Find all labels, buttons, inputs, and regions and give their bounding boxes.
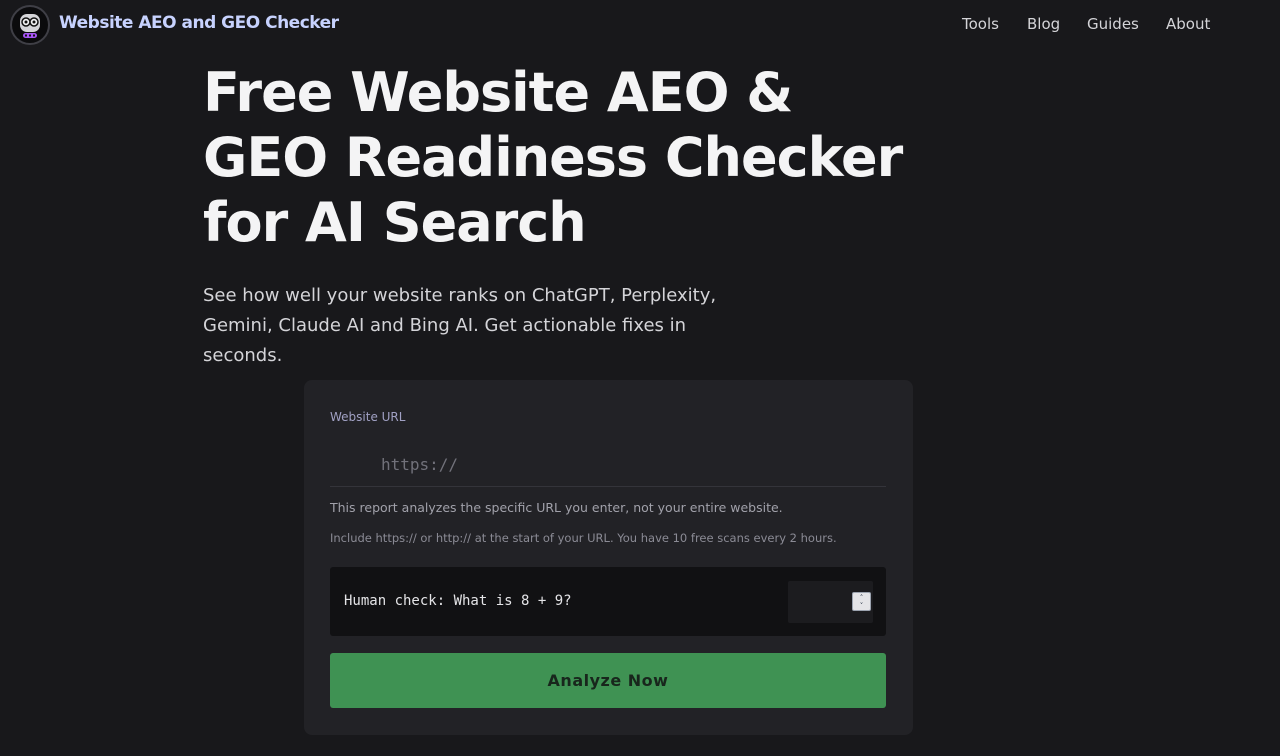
top-navbar: Website AEO and GEO Checker Tools Blog G… xyxy=(0,0,1280,50)
url-scope-note: This report analyzes the specific URL yo… xyxy=(330,500,783,515)
robot-face-icon[interactable] xyxy=(10,5,50,45)
nav-link-guides[interactable]: Guides xyxy=(1087,15,1139,33)
nav-link-tools[interactable]: Tools xyxy=(962,15,999,33)
nav-link-blog[interactable]: Blog xyxy=(1027,15,1060,33)
number-spinner-icon[interactable]: ˄ ˅ xyxy=(852,592,871,611)
url-field-label: Website URL xyxy=(330,410,406,424)
human-check-label: Human check: What is 8 + 9? xyxy=(344,593,572,609)
hero-subtitle: See how well your website ranks on ChatG… xyxy=(203,285,717,366)
brand-title[interactable]: Website AEO and GEO Checker xyxy=(59,13,339,33)
page-title: Free Website AEO & GEO Readiness Checker… xyxy=(203,61,903,254)
checker-form-card: Website URL This report analyzes the spe… xyxy=(304,380,913,735)
analyze-now-button[interactable]: Analyze Now xyxy=(330,653,886,708)
nav-link-about[interactable]: About xyxy=(1166,15,1210,33)
human-check-box: Human check: What is 8 + 9? ˄ ˅ xyxy=(330,567,886,636)
human-check-input[interactable]: ˄ ˅ xyxy=(788,581,873,623)
url-input[interactable] xyxy=(330,442,886,487)
url-format-note: Include https:// or http:// at the start… xyxy=(330,531,837,545)
